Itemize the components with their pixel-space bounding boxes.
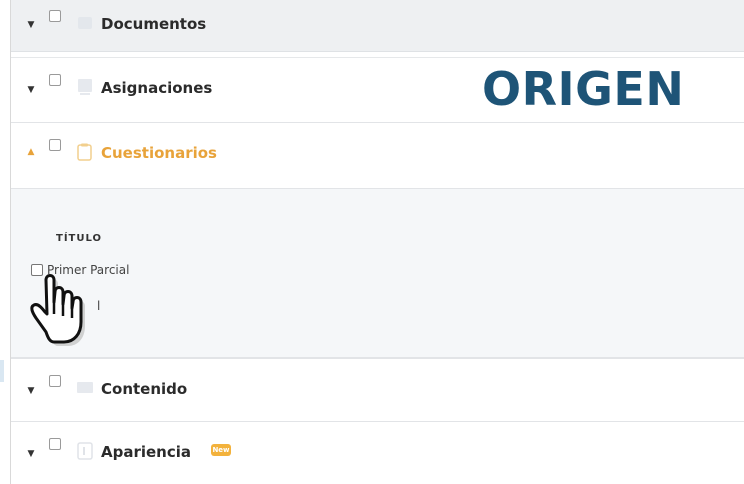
content-icon (75, 378, 95, 398)
section-checkbox-apariencia[interactable] (49, 438, 61, 450)
section-row-apariencia[interactable]: ▼ Apariencia New (11, 422, 744, 484)
section-label-cuestionarios: Cuestionarios (101, 144, 217, 162)
chevron-down-icon[interactable]: ▼ (26, 449, 36, 459)
section-checkbox-cuestionarios[interactable] (49, 139, 61, 151)
chevron-down-icon[interactable]: ▼ (26, 20, 36, 30)
chevron-up-icon[interactable]: ▲ (26, 147, 36, 157)
quiz-icon (75, 142, 95, 162)
new-badge: New (211, 444, 231, 456)
content-selection-panel: ▼ Documentos ▼ Asignaciones ORIGEN ▲ Cue… (10, 0, 744, 484)
left-edge-marker (0, 360, 4, 382)
chevron-down-icon[interactable]: ▼ (26, 85, 36, 95)
section-row-documentos[interactable]: ▼ Documentos (11, 0, 744, 52)
document-icon (75, 13, 95, 33)
origen-overlay-label: ORIGEN (482, 62, 685, 116)
section-label-contenido: Contenido (101, 380, 188, 398)
hand-pointer-icon (18, 262, 98, 348)
quiz-list-panel: TÍTULO Primer Parcial l (11, 189, 744, 358)
section-label-documentos: Documentos (101, 15, 207, 33)
section-row-contenido[interactable]: ▼ Contenido (11, 358, 744, 422)
section-checkbox-documentos[interactable] (49, 10, 61, 22)
section-checkbox-asignaciones[interactable] (49, 74, 61, 86)
assignment-icon (75, 77, 95, 97)
appearance-icon (75, 441, 95, 461)
section-checkbox-contenido[interactable] (49, 375, 61, 387)
section-row-cuestionarios[interactable]: ▲ Cuestionarios (11, 123, 744, 189)
section-label-asignaciones: Asignaciones (101, 79, 213, 97)
column-header-title: TÍTULO (56, 233, 102, 244)
chevron-down-icon[interactable]: ▼ (26, 386, 36, 396)
section-label-apariencia: Apariencia (101, 443, 192, 461)
